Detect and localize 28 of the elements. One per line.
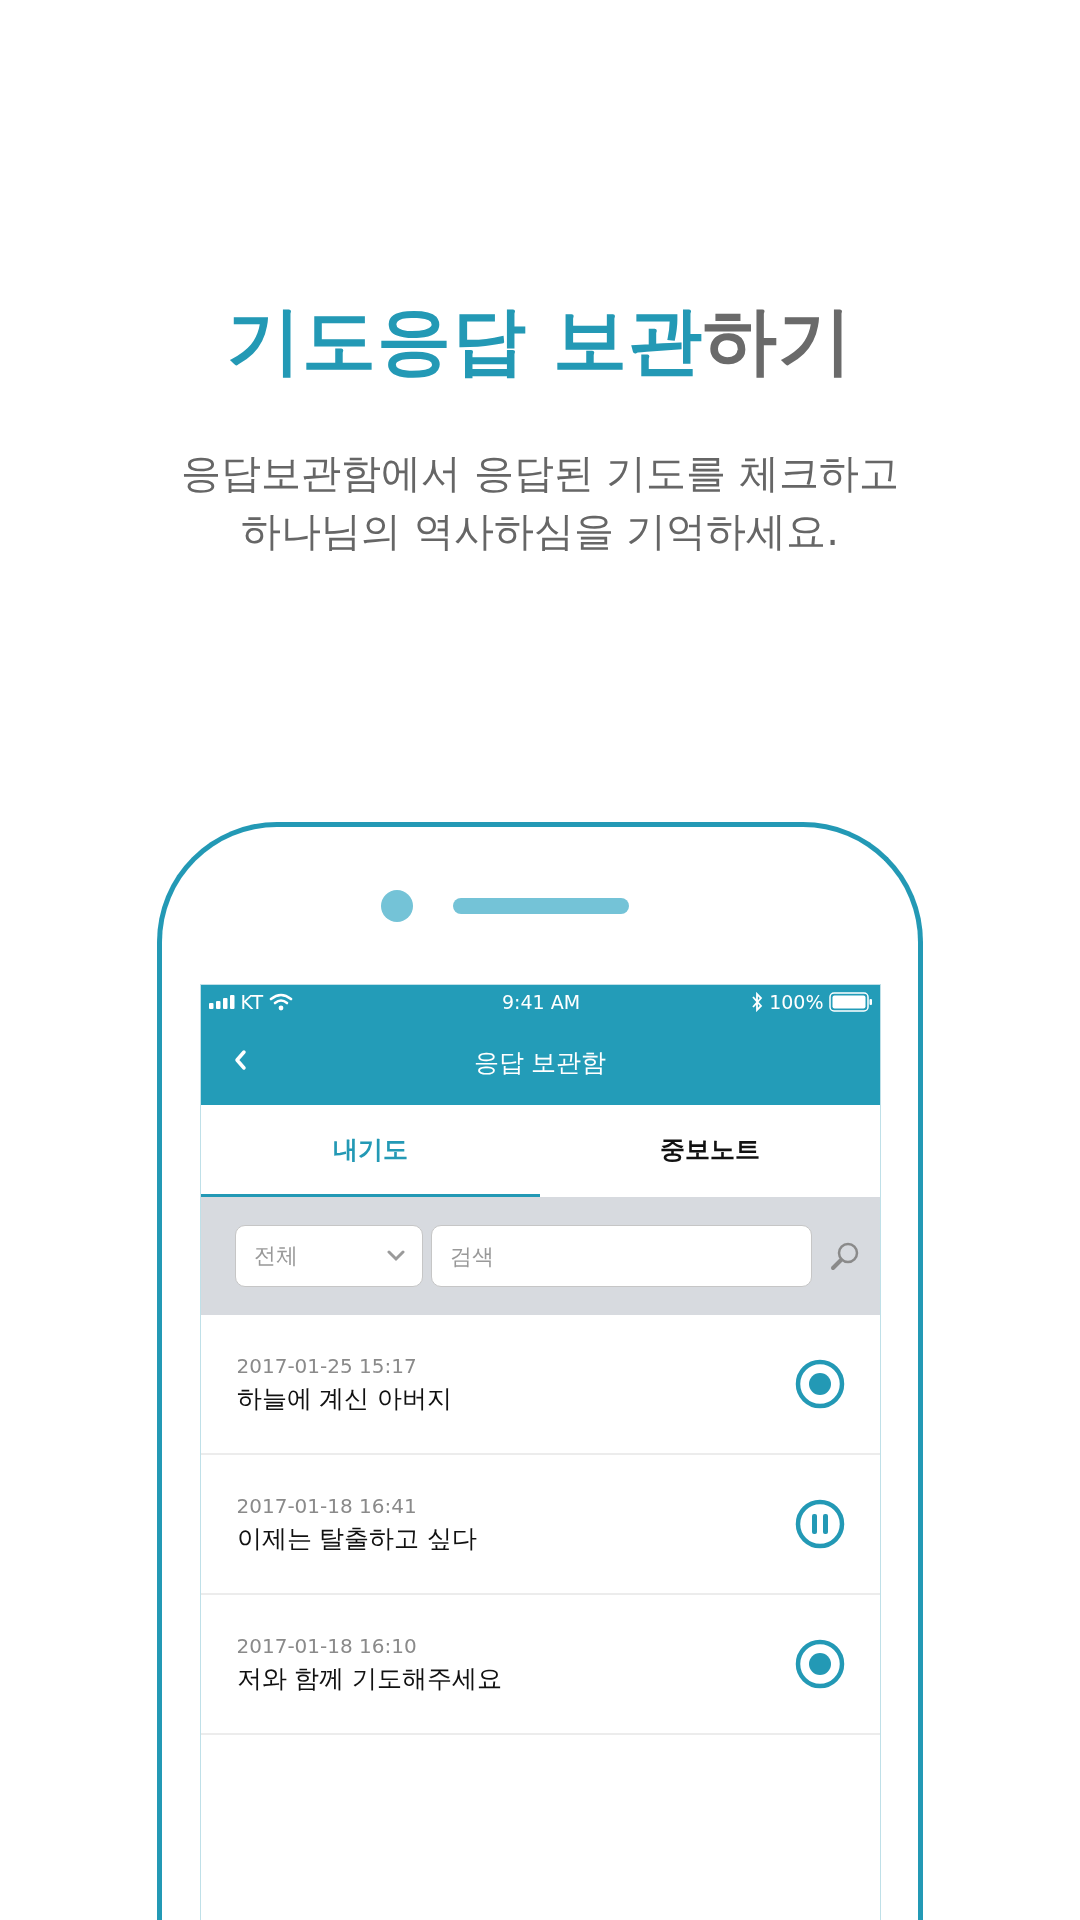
search-icon[interactable] xyxy=(829,1241,860,1271)
prayer-row[interactable]: 2017-01-18 16:10 저와 함께 기도해주세요 xyxy=(200,1595,880,1735)
prayer-row[interactable]: 2017-01-18 16:41 이제는 탈출하고 싶다 xyxy=(200,1455,880,1595)
bluetooth-icon xyxy=(751,992,764,1012)
chevron-down-icon xyxy=(385,1250,406,1262)
record-icon[interactable] xyxy=(794,1359,845,1409)
battery-icon xyxy=(829,992,874,1012)
pause-icon[interactable] xyxy=(794,1499,845,1549)
wifi-icon xyxy=(269,993,294,1011)
prayer-title: 이제는 탈출하고 싶다 xyxy=(236,1522,478,1555)
prayer-date: 2017-01-25 15:17 xyxy=(236,1353,418,1378)
back-icon xyxy=(232,1049,247,1071)
status-time: 9:41 AM xyxy=(501,991,581,1013)
record-icon[interactable] xyxy=(794,1639,845,1689)
search-field[interactable]: 검색 xyxy=(430,1225,812,1287)
signal-icon xyxy=(208,995,235,1009)
prayer-date: 2017-01-18 16:41 xyxy=(236,1493,418,1518)
prayer-date: 2017-01-18 16:10 xyxy=(236,1633,418,1658)
screen-title: 응답 보관함 xyxy=(473,1046,607,1079)
carrier-label: KT xyxy=(240,991,264,1013)
prayer-title: 저와 함께 기도해주세요 xyxy=(236,1662,503,1695)
headline: 기도응답 보관하기 xyxy=(226,296,854,385)
battery-percent: 100% xyxy=(769,991,824,1013)
subtitle: 응답보관함에서 응답된 기도를 체크하고 하나님의 역사하심을 기억하세요. xyxy=(180,449,900,556)
speaker-icon xyxy=(453,897,629,914)
camera-icon xyxy=(381,889,413,922)
prayer-row[interactable]: 2017-01-25 15:17 하늘에 계신 아버지 xyxy=(200,1315,880,1455)
prayer-title: 하늘에 계신 아버지 xyxy=(236,1382,453,1415)
